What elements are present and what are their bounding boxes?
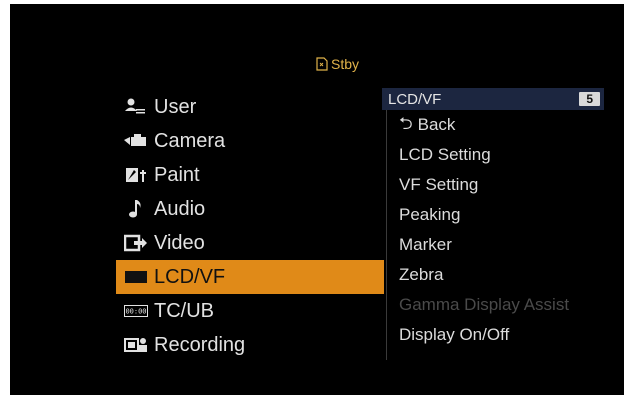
lcd-vf-icon xyxy=(122,267,150,287)
menu-item-camera[interactable]: Camera xyxy=(116,124,384,158)
submenu-item-back[interactable]: ⮌ Back xyxy=(382,110,604,140)
submenu-item-marker[interactable]: Marker xyxy=(382,230,604,260)
submenu-item-vf-setting[interactable]: VF Setting xyxy=(382,170,604,200)
menu-item-label: User xyxy=(154,95,197,118)
submenu-item-label: Gamma Display Assist xyxy=(399,295,570,314)
menu-item-label: Recording xyxy=(154,333,246,356)
back-arrow-icon: ⮌ xyxy=(399,113,413,133)
menu-item-label: Audio xyxy=(154,197,206,220)
paint-icon xyxy=(122,165,150,185)
submenu-item-peaking[interactable]: Peaking xyxy=(382,200,604,230)
submenu-item-label: LCD Setting xyxy=(399,145,491,164)
menu-item-audio[interactable]: Audio xyxy=(116,192,384,226)
menu-item-label: LCD/VF xyxy=(154,265,226,288)
page-number-badge: 5 xyxy=(579,92,600,106)
main-menu: User Camera Paint Audio Video LCD/VF 00:… xyxy=(116,90,384,362)
submenu-item-zebra[interactable]: Zebra xyxy=(382,260,604,290)
audio-icon xyxy=(122,199,150,219)
submenu-item-display-on-off[interactable]: Display On/Off xyxy=(382,320,604,350)
video-icon xyxy=(122,233,150,253)
submenu-item-lcd-setting[interactable]: LCD Setting xyxy=(382,140,604,170)
tc-ub-icon: 00:00 xyxy=(122,301,150,321)
submenu-item-label: Back xyxy=(417,115,456,134)
submenu-item-label: Zebra xyxy=(399,265,444,284)
submenu-item-gamma-display-assist: Gamma Display Assist xyxy=(382,290,604,320)
status-text: Stby xyxy=(331,56,360,72)
recording-icon xyxy=(122,335,150,355)
menu-item-recording[interactable]: Recording xyxy=(116,328,384,362)
camera-icon xyxy=(122,131,150,151)
submenu-header: LCD/VF 5 xyxy=(382,88,604,110)
submenu-item-label: Peaking xyxy=(399,205,461,224)
submenu-item-label: Display On/Off xyxy=(399,325,510,344)
menu-item-video[interactable]: Video xyxy=(116,226,384,260)
menu-item-paint[interactable]: Paint xyxy=(116,158,384,192)
camera-menu-screen: Stby User Camera Paint Audio Video LCD/V… xyxy=(10,4,624,395)
menu-item-tc-ub[interactable]: 00:00 TC/UB xyxy=(116,294,384,328)
user-icon xyxy=(122,97,150,117)
svg-text:00:00: 00:00 xyxy=(125,308,146,316)
submenu-title: LCD/VF xyxy=(388,90,442,108)
menu-item-user[interactable]: User xyxy=(116,90,384,124)
card-icon xyxy=(316,57,328,71)
menu-item-label: TC/UB xyxy=(154,299,214,322)
status-indicator: Stby xyxy=(316,56,359,72)
menu-item-label: Camera xyxy=(154,129,226,152)
submenu-panel: LCD/VF 5 ⮌ Back LCD Setting VF Setting P… xyxy=(382,88,604,350)
menu-item-lcd-vf[interactable]: LCD/VF xyxy=(116,260,384,294)
submenu-item-label: Marker xyxy=(399,235,452,254)
menu-item-label: Paint xyxy=(154,163,200,186)
submenu-item-label: VF Setting xyxy=(399,175,479,194)
menu-item-label: Video xyxy=(154,231,205,254)
